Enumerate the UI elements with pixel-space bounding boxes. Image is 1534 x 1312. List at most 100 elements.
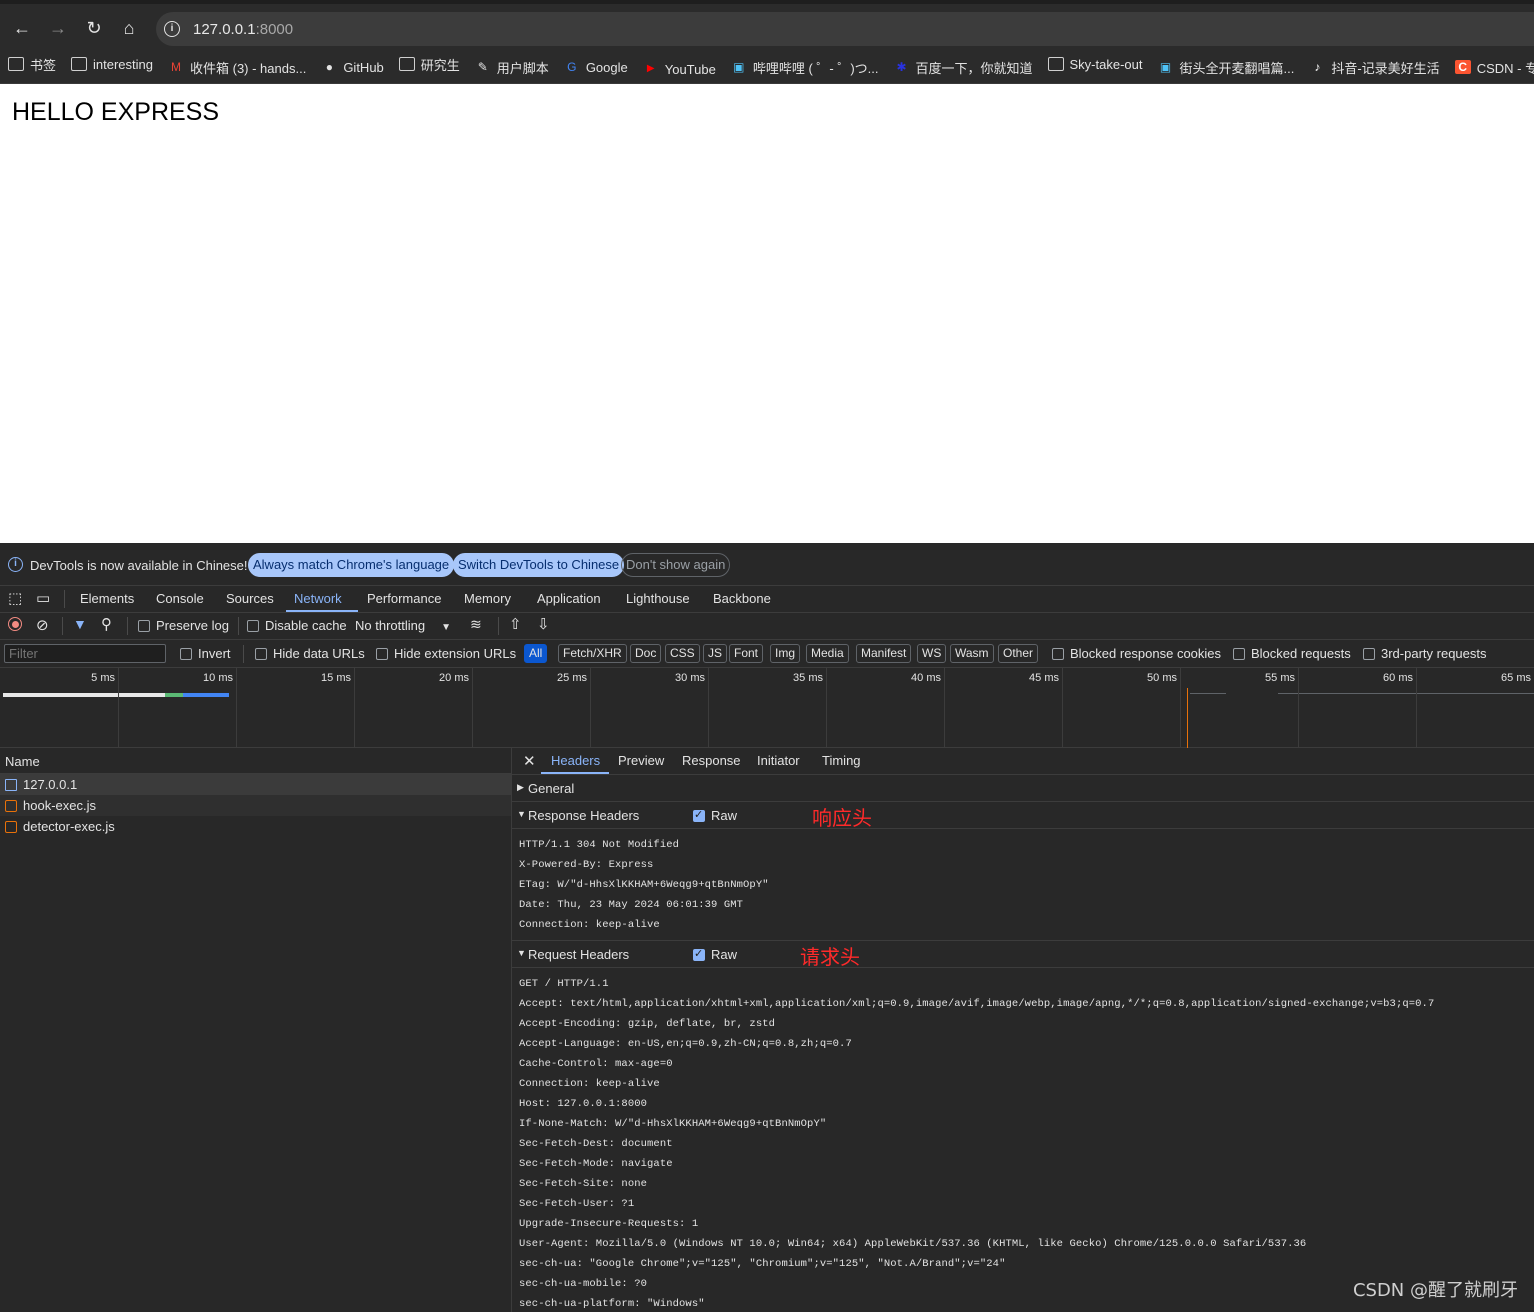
header-line: Accept-Encoding: gzip, deflate, br, zstd (519, 1018, 776, 1030)
detail-tab-timing[interactable]: Timing (822, 753, 861, 768)
bookmark-item[interactable]: ▶ YouTube (635, 56, 723, 82)
header-line: ETag: W/"d-HhsXlKKHAM+6Weqg9+qtBnNmOpY" (519, 879, 769, 891)
hide-extension-urls-checkbox[interactable]: Hide extension URLs (376, 646, 516, 661)
detail-tabbar: ✕ Headers Preview Response Initiator Timing (512, 748, 1534, 775)
bookmark-item[interactable]: 书签 (0, 51, 63, 77)
filter-input[interactable] (4, 644, 166, 663)
home-icon[interactable]: ⌂ (115, 14, 143, 42)
import-har-icon[interactable]: ⇧ (509, 615, 522, 633)
request-headers-section-header[interactable]: ▼ Request Headers Raw 请求头 (512, 941, 1534, 969)
filter-funnel-icon[interactable]: ▼ (73, 616, 87, 632)
type-filter-css[interactable]: CSS (665, 644, 700, 663)
detail-tab-preview[interactable]: Preview (618, 753, 664, 768)
switch-to-chinese-button[interactable]: Switch DevTools to Chinese (453, 553, 625, 577)
tab-backbone[interactable]: Backbone (713, 591, 771, 606)
type-filter-doc[interactable]: Doc (630, 644, 662, 663)
timeline-gridline (472, 668, 473, 748)
hide-data-urls-checkbox[interactable]: Hide data URLs (255, 646, 365, 661)
detail-tab-headers[interactable]: Headers (551, 753, 600, 768)
folder-icon (1047, 57, 1064, 71)
invert-checkbox[interactable]: Invert (180, 646, 231, 661)
name-column-header[interactable]: Name (0, 748, 511, 774)
table-row[interactable]: hook-exec.js (0, 795, 511, 816)
device-toolbar-icon[interactable]: ▭ (36, 589, 50, 607)
timeline-tick-label: 65 ms (1501, 672, 1531, 684)
detail-tab-initiator[interactable]: Initiator (757, 753, 800, 768)
reload-icon[interactable]: ↻ (80, 14, 108, 42)
url-text: 127.0.0.1:8000 (193, 21, 294, 38)
header-line: Sec-Fetch-Dest: document (519, 1138, 673, 1150)
bookmark-item[interactable]: ✎ 用户脚本 (467, 54, 556, 80)
tab-network[interactable]: Network (294, 591, 342, 606)
forward-arrow-icon[interactable]: → (44, 14, 72, 42)
network-overview-timeline[interactable]: 5 ms 10 ms 15 ms 20 ms 25 ms 30 ms 35 ms 40 ms 4… (0, 668, 1534, 748)
site-info-icon[interactable]: i (164, 21, 180, 37)
type-filter-ws[interactable]: WS (917, 644, 947, 663)
bookmark-item[interactable]: interesting (63, 51, 160, 77)
youtube-icon: ▶ (646, 63, 655, 74)
raw-checkbox[interactable]: Raw (693, 947, 737, 962)
third-party-checkbox[interactable]: 3rd-party requests (1363, 646, 1487, 661)
request-rows: 127.0.0.1 hook-exec.js detector-exec.js (0, 774, 511, 837)
bookmark-item[interactable]: G Google (556, 54, 635, 80)
response-headers-section-header[interactable]: ▼ Response Headers Raw 响应头 (512, 802, 1534, 830)
bookmark-item[interactable]: M 收件箱 (3) - hands... (160, 54, 313, 80)
tab-performance[interactable]: Performance (367, 591, 441, 606)
bookmark-item[interactable]: Sky-take-out (1040, 51, 1150, 77)
type-filter-wasm[interactable]: Wasm (950, 644, 994, 663)
type-filter-fetchxhr[interactable]: Fetch/XHR (558, 644, 627, 663)
throttling-select[interactable]: No throttling ▼ (355, 618, 451, 633)
address-bar[interactable]: i 127.0.0.1:8000 (156, 12, 1534, 46)
export-har-icon[interactable]: ⇩ (537, 615, 550, 633)
preserve-log-checkbox[interactable]: Preserve log (138, 618, 229, 633)
general-section-header[interactable]: ▶ General (512, 775, 1534, 802)
bookmark-item[interactable]: 研究生 (391, 51, 467, 77)
script-file-icon (5, 799, 17, 812)
github-icon: ● (325, 60, 333, 74)
tab-lighthouse[interactable]: Lighthouse (626, 591, 690, 606)
header-line: Connection: keep-alive (519, 1078, 660, 1090)
bookmark-item[interactable]: ● GitHub (313, 54, 390, 80)
bookmark-label: 书签 (30, 57, 57, 73)
blocked-cookies-checkbox[interactable]: Blocked response cookies (1052, 646, 1221, 661)
tab-memory[interactable]: Memory (464, 591, 511, 606)
type-filter-img[interactable]: Img (770, 644, 801, 663)
raw-checkbox[interactable]: Raw (693, 808, 737, 823)
bookmark-item[interactable]: ▣ 哔哩哔哩 ( ゜- ゜)つ... (723, 54, 886, 80)
type-filter-font[interactable]: Font (729, 644, 764, 663)
timeline-gridline (826, 668, 827, 748)
script-file-icon (5, 820, 17, 833)
timeline-gridline (1298, 668, 1299, 748)
table-row[interactable]: 127.0.0.1 (0, 774, 511, 795)
timeline-bar-green (165, 693, 183, 697)
detail-tab-response[interactable]: Response (682, 753, 741, 768)
bookmark-item[interactable]: ♪ 抖音-记录美好生活 (1301, 54, 1446, 80)
record-stop-icon[interactable] (8, 617, 22, 631)
bookmark-item[interactable]: ✱ 百度一下，你就知道 (886, 54, 1040, 80)
tab-console[interactable]: Console (156, 591, 204, 606)
tab-application[interactable]: Application (537, 591, 601, 606)
table-row[interactable]: detector-exec.js (0, 816, 511, 837)
type-filter-manifest[interactable]: Manifest (856, 644, 912, 663)
type-filter-js[interactable]: JS (703, 644, 728, 663)
bookmark-item[interactable]: ▣ 街头全开麦翻唱篇... (1150, 54, 1302, 80)
always-match-language-button[interactable]: Always match Chrome's language (248, 553, 455, 577)
network-filterbar: Invert Hide data URLs Hide extension URL… (0, 640, 1534, 668)
tab-elements[interactable]: Elements (80, 591, 134, 606)
type-filter-media[interactable]: Media (806, 644, 849, 663)
search-icon[interactable]: ⚲ (101, 615, 112, 633)
back-arrow-icon[interactable]: ← (8, 14, 36, 42)
network-conditions-icon[interactable]: ≋ (470, 616, 482, 633)
disable-cache-checkbox[interactable]: Disable cache (247, 618, 347, 633)
close-icon[interactable]: ✕ (523, 752, 536, 770)
clear-icon[interactable]: ⊘ (36, 616, 49, 634)
tab-sources[interactable]: Sources (226, 591, 274, 606)
type-filter-all[interactable]: All (524, 644, 548, 663)
bookmark-item[interactable]: C CSDN - 专业开 (1447, 54, 1534, 80)
blocked-requests-checkbox[interactable]: Blocked requests (1233, 646, 1351, 661)
dont-show-again-button[interactable]: Don't show again (621, 553, 731, 577)
section-title: General (528, 781, 575, 796)
timeline-tick-label: 30 ms (675, 672, 705, 684)
inspect-element-icon[interactable]: ⬚ (8, 589, 22, 607)
type-filter-other[interactable]: Other (998, 644, 1039, 663)
